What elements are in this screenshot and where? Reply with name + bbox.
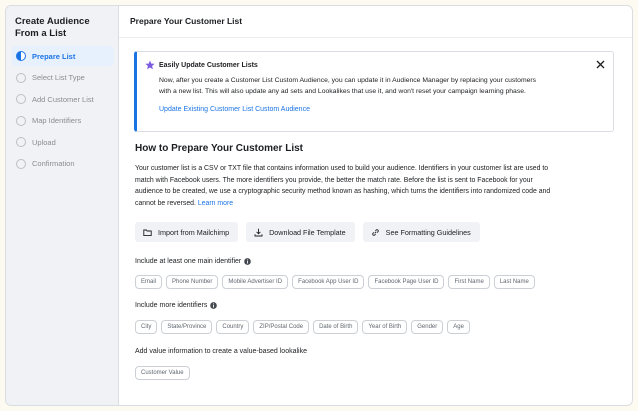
step-progress-icon	[16, 51, 26, 61]
step-confirmation[interactable]: Confirmation	[12, 154, 114, 174]
learn-more-link[interactable]: Learn more	[198, 200, 233, 207]
identifier-chip: Email	[135, 275, 163, 289]
identifier-chip: Last Name	[493, 275, 535, 289]
folder-icon	[143, 229, 152, 236]
identifier-chip: Date of Birth	[313, 320, 359, 334]
formatting-guidelines-button[interactable]: See Formatting Guidelines	[362, 222, 480, 242]
dialog-frame: Create Audience From a List Prepare List…	[5, 5, 633, 406]
identifier-chip: Gender	[411, 320, 444, 334]
step-label: Map Identifiers	[32, 116, 82, 126]
step-circle-icon	[16, 137, 26, 148]
section-description: Your customer list is a CSV or TXT file …	[135, 163, 615, 209]
value-information-label: Add value information to create a value-…	[135, 348, 307, 355]
step-prepare-list[interactable]: Prepare List	[12, 46, 114, 66]
close-icon[interactable]	[596, 60, 605, 69]
info-icon[interactable]	[210, 302, 218, 309]
value-information-label-text: Add value information to create a value-…	[135, 348, 307, 355]
description-line: cannot be reversed. Learn more	[135, 198, 615, 210]
identifier-chip: City	[135, 320, 158, 334]
identifier-chip: Facebook Page User ID	[368, 275, 445, 289]
action-buttons: Import from Mailchimp Download File Temp…	[135, 222, 480, 242]
step-map-identifiers[interactable]: Map Identifiers	[12, 111, 114, 131]
update-existing-list-link[interactable]: Update Existing Customer List Custom Aud…	[145, 97, 603, 113]
main-panel: Prepare Your Customer List Easily Update…	[119, 6, 632, 405]
main-identifier-label-text: Include at least one main identifier	[135, 258, 242, 265]
step-label: Select List Type	[32, 73, 85, 83]
step-label: Upload	[32, 137, 56, 147]
star-icon	[145, 60, 155, 70]
identifier-chip: Facebook App User ID	[292, 275, 365, 289]
banner-header: Easily Update Customer Lists	[145, 60, 603, 70]
more-identifiers-label: Include more identifiers	[135, 302, 218, 309]
download-icon	[254, 228, 263, 236]
main-identifier-chips: Email Phone Number Mobile Advertiser ID …	[135, 275, 535, 289]
description-line: audience to be created, we use a cryptog…	[135, 188, 551, 195]
banner-body: Now, after you create a Customer List Cu…	[145, 70, 595, 97]
description-line: match with Facebook users. The more iden…	[135, 176, 533, 184]
link-icon	[371, 228, 379, 236]
step-circle-icon	[16, 115, 26, 126]
identifier-chip: First Name	[448, 275, 490, 289]
step-add-customer-list[interactable]: Add Customer List	[12, 89, 114, 109]
download-template-button[interactable]: Download File Template	[246, 222, 355, 242]
section-title: How to Prepare Your Customer List	[135, 143, 303, 154]
info-icon[interactable]	[244, 258, 252, 265]
button-label: See Formatting Guidelines	[385, 227, 471, 237]
button-label: Import from Mailchimp	[158, 227, 230, 237]
button-label: Download File Template	[269, 227, 346, 237]
identifier-chip: Year of Birth	[362, 320, 408, 334]
identifier-chip: Mobile Advertiser ID	[222, 275, 289, 289]
identifier-chip: Customer Value	[135, 366, 190, 380]
more-identifier-chips: City State/Province Country ZIP/Postal C…	[135, 320, 470, 334]
value-identifier-chips: Customer Value	[135, 366, 190, 380]
identifier-chip: Age	[447, 320, 470, 334]
sidebar-title: Create Audience From a List	[15, 16, 90, 39]
step-label: Confirmation	[32, 159, 75, 169]
description-line-text: cannot be reversed.	[135, 199, 196, 207]
import-mailchimp-button[interactable]: Import from Mailchimp	[135, 222, 239, 242]
sidebar: Create Audience From a List Prepare List…	[6, 6, 119, 405]
step-label: Prepare List	[32, 51, 76, 61]
identifier-chip: ZIP/Postal Code	[253, 320, 310, 334]
step-label: Add Customer List	[32, 94, 94, 104]
step-circle-icon	[16, 94, 26, 105]
step-upload[interactable]: Upload	[12, 132, 114, 152]
banner-text-line: with a new list. This will also update a…	[159, 88, 526, 95]
banner-title: Easily Update Customer Lists	[159, 61, 258, 69]
banner-text-line: Now, after you create a Customer List Cu…	[159, 77, 537, 84]
identifier-chip: State/Province	[161, 320, 213, 334]
update-lists-banner: Easily Update Customer Lists Now, after …	[134, 51, 614, 132]
page-title: Prepare Your Customer List	[119, 6, 632, 38]
main-identifier-label: Include at least one main identifier	[135, 258, 252, 265]
step-circle-icon	[16, 158, 26, 169]
description-line: Your customer list is a CSV or TXT file …	[135, 165, 549, 172]
identifier-chip: Phone Number	[166, 275, 219, 289]
more-identifiers-label-text: Include more identifiers	[135, 302, 208, 309]
step-circle-icon	[16, 72, 26, 83]
identifier-chip: Country	[216, 320, 250, 334]
step-select-list-type[interactable]: Select List Type	[12, 68, 114, 88]
